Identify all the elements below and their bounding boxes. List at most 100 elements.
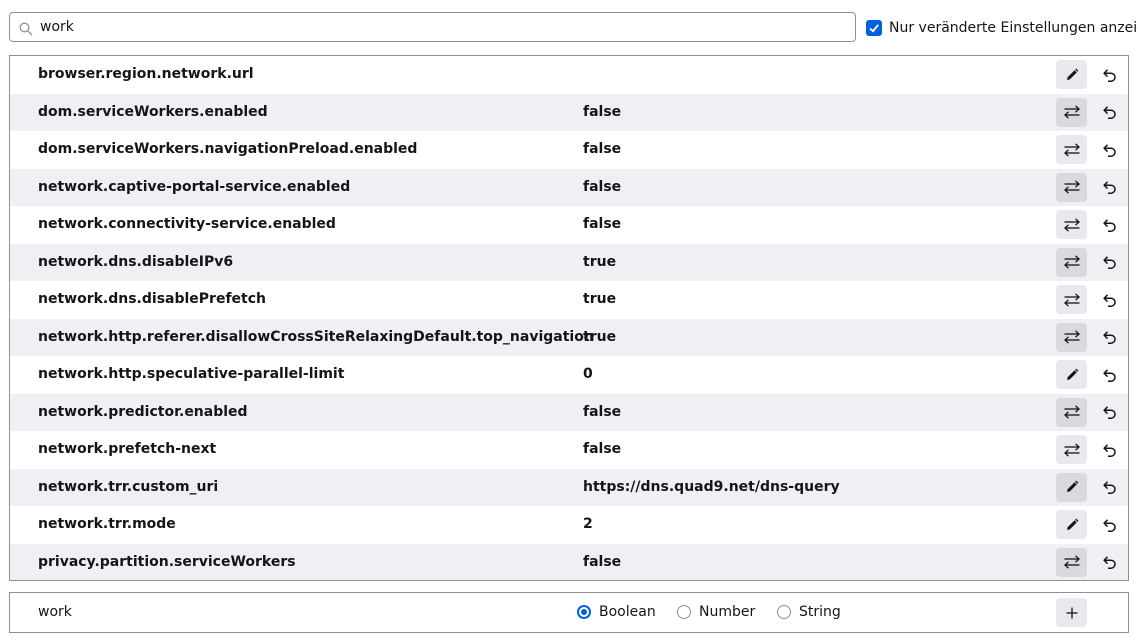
toggle-button[interactable] [1056,285,1087,314]
reset-button[interactable] [1095,285,1123,314]
reset-button[interactable] [1095,435,1123,464]
preferences-table: browser.region.network.url dom.serviceWor… [9,55,1129,581]
pref-row[interactable]: network.http.referer.disallowCrossSiteRe… [10,318,1128,356]
checkmark-icon [869,24,879,33]
toggle-button[interactable] [1056,135,1087,164]
edit-button[interactable] [1056,360,1087,389]
undo-icon [1103,481,1116,494]
undo-icon [1103,68,1116,82]
pref-row[interactable]: network.dns.disableIPv6 true [10,243,1128,281]
edit-button[interactable] [1056,60,1087,89]
toggle-arrows-icon [1063,105,1080,119]
pref-value: true [583,328,617,345]
type-string-label: String [799,604,841,620]
type-number-label: Number [699,604,756,620]
type-boolean-option[interactable]: Boolean [577,604,656,620]
undo-icon [1103,181,1116,194]
reset-button[interactable] [1095,173,1123,202]
reset-button[interactable] [1095,60,1123,89]
plus-icon [1066,607,1077,618]
type-boolean-radio[interactable] [577,605,591,619]
type-number-option[interactable]: Number [677,604,755,620]
pref-row[interactable]: network.prefetch-next false [10,431,1128,469]
pref-name: network.captive-portal-service.enabled [38,178,351,195]
pref-row[interactable]: network.dns.disablePrefetch true [10,281,1128,319]
toggle-arrows-icon [1063,217,1080,232]
toggle-arrows-icon [1063,255,1080,269]
toggle-button[interactable] [1056,322,1087,352]
reset-button[interactable] [1095,398,1123,427]
edit-button[interactable] [1056,510,1087,539]
undo-icon [1103,106,1116,119]
add-button[interactable] [1056,598,1087,627]
pref-value: true [583,253,617,270]
undo-icon [1103,518,1116,532]
pref-value: false [583,403,622,420]
pref-row[interactable]: browser.region.network.url [10,56,1128,94]
pref-name: network.dns.disablePrefetch [38,291,266,307]
pref-value: false [583,178,622,195]
edit-button[interactable] [1056,472,1087,502]
reset-button[interactable] [1095,360,1123,389]
pref-value: false [583,103,622,120]
search-input[interactable] [40,17,840,37]
reset-button[interactable] [1095,323,1123,352]
toggle-button[interactable] [1056,210,1087,239]
reset-button[interactable] [1095,210,1123,239]
type-number-radio[interactable] [677,605,691,619]
pref-value: true [583,291,617,307]
undo-icon [1103,293,1116,307]
reset-button[interactable] [1095,548,1123,577]
reset-button[interactable] [1095,135,1123,164]
pref-name: network.http.speculative-parallel-limit [38,366,345,382]
pencil-icon [1066,368,1078,380]
reset-button[interactable] [1095,98,1123,127]
pref-row[interactable]: network.trr.custom_uri https://dns.quad9.… [10,468,1128,506]
toggle-button[interactable] [1056,435,1087,464]
toggle-button[interactable] [1056,397,1087,427]
toggle-button[interactable] [1056,547,1087,577]
pref-row[interactable]: network.trr.mode 2 [10,506,1128,544]
pref-row[interactable]: privacy.partition.serviceWorkers false [10,543,1128,580]
pref-name: dom.serviceWorkers.navigationPreload.ena… [38,141,418,157]
pref-row[interactable]: network.http.speculative-parallel-limit 0 [10,356,1128,394]
pref-name: network.prefetch-next [38,441,217,457]
reset-button[interactable] [1095,473,1123,502]
reset-button[interactable] [1095,510,1123,539]
reset-button[interactable] [1095,248,1123,277]
toggle-button[interactable] [1056,172,1087,202]
pref-row[interactable]: dom.serviceWorkers.navigationPreload.ena… [10,131,1128,169]
toggle-button[interactable] [1056,247,1087,277]
type-boolean-label: Boolean [599,604,656,620]
search-icon [19,21,33,36]
pref-value: false [583,553,622,570]
search-bar[interactable] [9,12,856,42]
pref-name: network.trr.custom_uri [38,478,219,495]
pencil-icon [1066,68,1078,80]
type-string-radio[interactable] [777,605,791,619]
changed-only-label: Nur veränderte Einstellungen anzeigen [889,20,1138,36]
toggle-arrows-icon [1063,142,1080,157]
pencil-icon [1066,480,1078,492]
undo-icon [1103,556,1116,569]
pref-row[interactable]: network.predictor.enabled false [10,393,1128,431]
pref-name: network.predictor.enabled [38,403,248,420]
pref-name: network.http.referer.disallowCrossSiteRe… [38,328,594,345]
pref-row[interactable]: network.connectivity-service.enabled fals… [10,206,1128,244]
pref-name: browser.region.network.url [38,66,254,82]
pref-value: false [583,141,622,157]
undo-icon [1103,331,1116,344]
undo-icon [1103,443,1116,457]
changed-only-filter[interactable]: Nur veränderte Einstellungen anzeigen [866,18,1138,38]
pref-row[interactable]: dom.serviceWorkers.enabled false [10,93,1128,131]
pref-name: network.trr.mode [38,516,176,532]
pref-row[interactable]: network.captive-portal-service.enabled fa… [10,168,1128,206]
pref-value: false [583,441,622,457]
pref-value: 0 [583,366,593,382]
changed-only-checkbox[interactable] [866,20,882,36]
toggle-arrows-icon [1063,405,1080,419]
toggle-arrows-icon [1063,330,1080,344]
pref-name: dom.serviceWorkers.enabled [38,103,268,120]
toggle-button[interactable] [1056,97,1087,127]
type-string-option[interactable]: String [777,604,841,620]
